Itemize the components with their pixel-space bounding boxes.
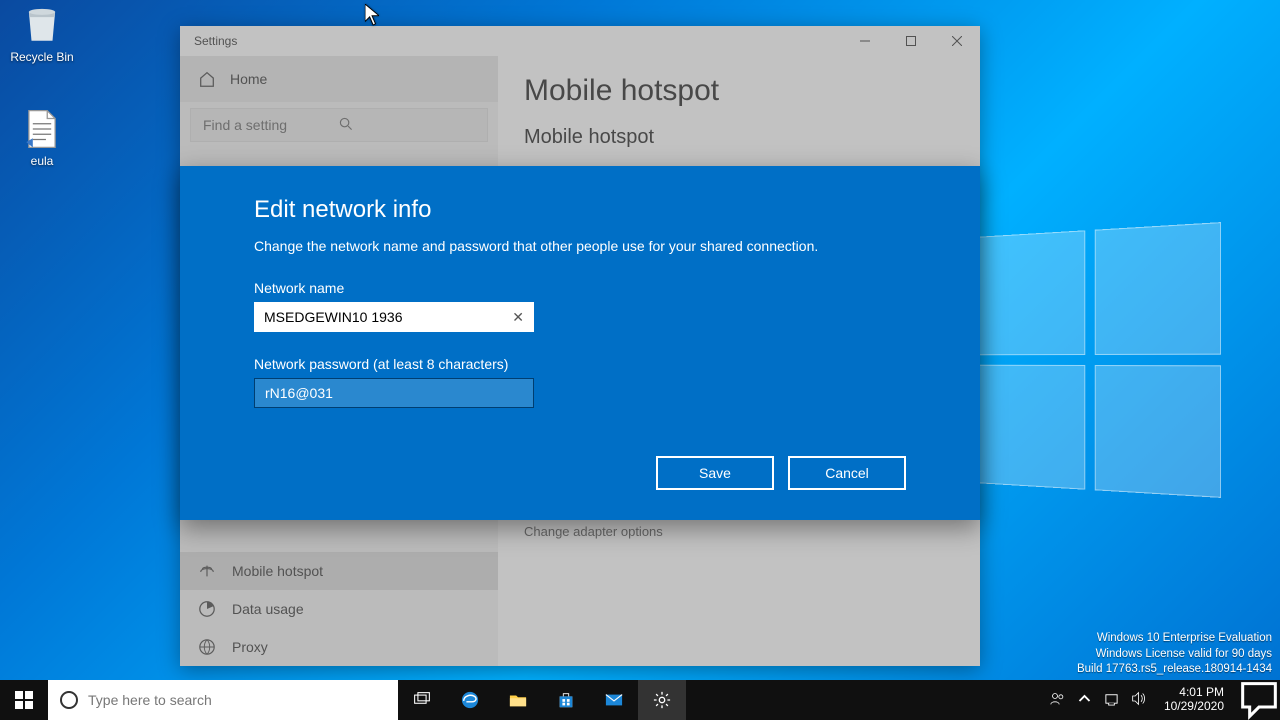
desktop-icon-label: eula: [4, 154, 80, 168]
windows-watermark: Windows 10 Enterprise Evaluation Windows…: [1077, 631, 1272, 678]
change-adapter-options-link[interactable]: Change adapter options: [524, 524, 954, 539]
tray-chevron-up-icon[interactable]: [1077, 691, 1092, 709]
taskbar: Type here to search 4:01 PM 10/29/2020: [0, 680, 1280, 720]
desktop-icon-label: Recycle Bin: [4, 50, 80, 64]
sidebar-item-label: Proxy: [232, 639, 268, 655]
hotspot-icon: [198, 562, 216, 580]
taskbar-app-mail[interactable]: [590, 680, 638, 720]
page-title: Mobile hotspot: [524, 74, 954, 108]
taskbar-app-store[interactable]: [542, 680, 590, 720]
network-password-value: rN16@031: [265, 385, 333, 401]
clear-input-icon[interactable]: ✕: [512, 309, 524, 326]
network-name-value: MSEDGEWIN10 1936: [264, 309, 512, 325]
window-titlebar: Settings: [180, 26, 980, 56]
taskbar-clock[interactable]: 4:01 PM 10/29/2020: [1158, 686, 1230, 714]
save-button[interactable]: Save: [656, 456, 774, 490]
text-file-icon: [21, 108, 63, 150]
network-password-input[interactable]: rN16@031: [254, 378, 534, 408]
datausage-icon: [198, 600, 216, 618]
taskbar-app-edge[interactable]: [446, 680, 494, 720]
dialog-title: Edit network info: [254, 196, 906, 224]
section-title: Mobile hotspot: [524, 126, 954, 149]
settings-search[interactable]: Find a setting: [190, 108, 488, 142]
settings-search-placeholder: Find a setting: [203, 117, 339, 133]
tray-people-icon[interactable]: [1050, 691, 1065, 709]
network-name-label: Network name: [254, 280, 906, 296]
recycle-bin-icon: [21, 4, 63, 46]
action-center-button[interactable]: [1238, 680, 1280, 720]
maximize-button[interactable]: [888, 26, 934, 56]
window-title: Settings: [194, 34, 237, 48]
network-name-input[interactable]: MSEDGEWIN10 1936 ✕: [254, 302, 534, 332]
sidebar-item-proxy[interactable]: Proxy: [180, 628, 498, 666]
home-icon: [198, 70, 216, 88]
taskbar-app-file-explorer[interactable]: [494, 680, 542, 720]
desktop-icon-recycle-bin[interactable]: Recycle Bin: [4, 4, 80, 64]
edit-network-info-dialog: Edit network info Change the network nam…: [180, 166, 980, 520]
cancel-button[interactable]: Cancel: [788, 456, 906, 490]
taskbar-app-settings[interactable]: [638, 680, 686, 720]
dialog-description: Change the network name and password tha…: [254, 238, 906, 254]
minimize-button[interactable]: [842, 26, 888, 56]
cortana-icon: [60, 691, 78, 709]
close-button[interactable]: [934, 26, 980, 56]
mouse-cursor: [365, 4, 379, 24]
sidebar-home-label: Home: [230, 71, 267, 87]
search-icon: [339, 117, 475, 134]
tray-volume-icon[interactable]: [1131, 691, 1146, 709]
wallpaper-windows-logo: [973, 222, 1221, 498]
clock-time: 4:01 PM: [1164, 686, 1224, 700]
sidebar-item-label: Mobile hotspot: [232, 563, 323, 579]
taskbar-search-placeholder: Type here to search: [88, 692, 212, 708]
proxy-icon: [198, 638, 216, 656]
desktop-icon-eula[interactable]: eula: [4, 108, 80, 168]
network-password-label: Network password (at least 8 characters): [254, 356, 906, 372]
start-button[interactable]: [0, 680, 48, 720]
taskbar-search[interactable]: Type here to search: [48, 680, 398, 720]
system-tray[interactable]: 4:01 PM 10/29/2020: [1042, 680, 1238, 720]
sidebar-item-label: Data usage: [232, 601, 304, 617]
sidebar-item-data-usage[interactable]: Data usage: [180, 590, 498, 628]
sidebar-home[interactable]: Home: [180, 56, 498, 102]
clock-date: 10/29/2020: [1164, 700, 1224, 714]
tray-network-icon[interactable]: [1104, 691, 1119, 709]
task-view-button[interactable]: [398, 680, 446, 720]
sidebar-item-mobile-hotspot[interactable]: Mobile hotspot: [180, 552, 498, 590]
